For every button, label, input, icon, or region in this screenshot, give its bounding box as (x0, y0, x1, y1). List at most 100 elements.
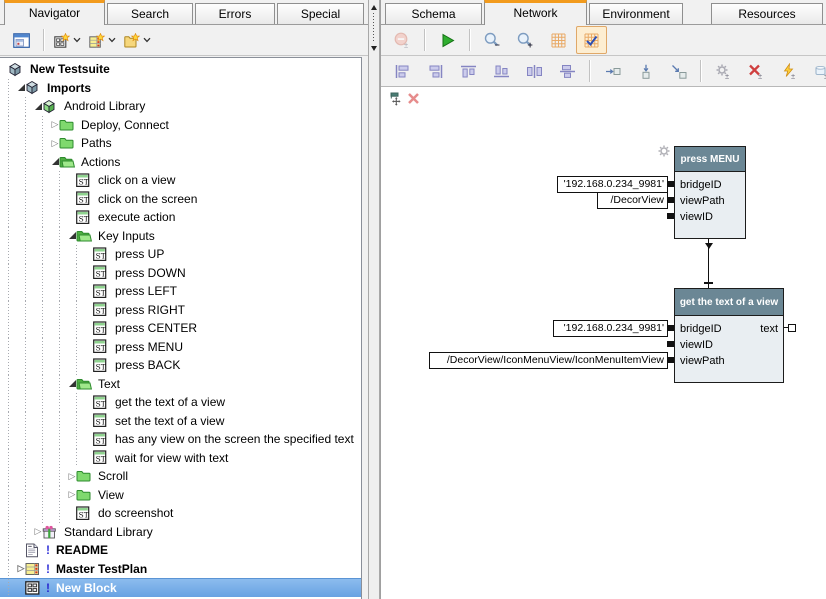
settings-toggle-button[interactable]: ± (708, 57, 739, 85)
tree-item-readme[interactable]: !README (0, 541, 361, 560)
dropdown-chevron-icon[interactable] (143, 37, 151, 43)
align-left-button[interactable] (387, 57, 418, 85)
tree-item-press-back[interactable]: STpress BACK (0, 356, 361, 375)
tab-errors[interactable]: Errors (195, 3, 275, 24)
trigger-toggle-button[interactable]: ± (774, 57, 805, 85)
input-pin-icon[interactable] (667, 197, 674, 203)
tab-network[interactable]: Network (484, 0, 587, 25)
input-value-box[interactable]: '192.168.0.234_9981' (553, 320, 668, 337)
tree-item-execute-action[interactable]: STexecute action (0, 208, 361, 227)
new-folder-button[interactable] (121, 26, 154, 54)
buffer-toggle-button[interactable]: ± (807, 57, 826, 85)
dropdown-chevron-icon[interactable] (108, 37, 116, 43)
tree-item-key-inputs[interactable]: Key Inputs (0, 227, 361, 246)
tree-expander-open-icon[interactable] (34, 103, 42, 110)
input-value-box[interactable]: /DecorView/IconMenuView/IconMenuItemView (429, 352, 668, 369)
svg-text:ST: ST (96, 270, 106, 279)
new-folder-icon (124, 33, 140, 48)
tree-item-get-the-text-of-a-view[interactable]: STget the text of a view (0, 393, 361, 412)
center-horizontal-button[interactable] (519, 57, 550, 85)
network-panel: SchemaNetworkEnvironmentResources ±−+ ±±… (380, 0, 826, 599)
grid-snap-button[interactable] (576, 26, 607, 54)
tree-item-actions[interactable]: Actions (0, 153, 361, 172)
delete-toggle-button[interactable]: ± (741, 57, 772, 85)
tree-item-press-up[interactable]: STpress UP (0, 245, 361, 264)
tab-schema[interactable]: Schema (385, 3, 482, 24)
tree-item-new-testsuite[interactable]: New Testsuite (0, 60, 361, 79)
tab-environment[interactable]: Environment (589, 3, 683, 24)
tree-item-wait-for-view-with-text[interactable]: STwait for view with text (0, 449, 361, 468)
move-right-button[interactable] (597, 57, 628, 85)
grid-button[interactable] (543, 26, 574, 54)
tree-item-press-right[interactable]: STpress RIGHT (0, 301, 361, 320)
input-pin-icon[interactable] (667, 181, 674, 187)
input-value-box[interactable]: /DecorView (597, 192, 668, 209)
tree-item-press-left[interactable]: STpress LEFT (0, 282, 361, 301)
tree-item-has-any-view-on-the-screen-the-specified-text[interactable]: SThas any view on the screen the specifi… (0, 430, 361, 449)
zoom-out-button[interactable]: − (477, 26, 508, 54)
diagram-block-press-menu[interactable]: press MENUbridgeIDviewPathviewID (674, 146, 746, 239)
input-pin-icon[interactable] (667, 357, 674, 363)
center-vertical-button[interactable] (552, 57, 583, 85)
dropdown-chevron-icon[interactable] (73, 37, 81, 43)
tree-expander-closed-icon[interactable]: ▷ (68, 489, 76, 500)
tree-expander-open-icon[interactable] (68, 232, 76, 239)
tree-item-new-block[interactable]: !New Block (0, 578, 361, 597)
testsuite-tree[interactable]: New TestsuiteImportsAndroid Library▷Depl… (0, 57, 362, 599)
input-pin-icon[interactable] (667, 213, 674, 219)
tree-item-imports[interactable]: Imports (0, 79, 361, 98)
zoom-in-button[interactable]: + (510, 26, 541, 54)
tree-item-scroll[interactable]: ▷Scroll (0, 467, 361, 486)
tree-expander-closed-icon[interactable]: ▷ (51, 138, 59, 149)
diagram-block-get-the-text-of-a-view[interactable]: get the text of a viewbridgeIDtextviewID… (674, 288, 784, 383)
tree-item-standard-library[interactable]: ▷Standard Library (0, 523, 361, 542)
tree-item-click-on-a-view[interactable]: STclick on a view (0, 171, 361, 190)
delete-selection-button[interactable] (407, 92, 420, 109)
panel-splitter[interactable] (368, 0, 380, 599)
tab-navigator[interactable]: Navigator (4, 0, 105, 25)
align-bottom-button[interactable] (486, 57, 517, 85)
input-pin-icon[interactable] (667, 341, 674, 347)
output-pin-icon[interactable] (788, 324, 796, 332)
tree-expander-closed-icon[interactable]: ▷ (34, 526, 42, 537)
tree-item-press-down[interactable]: STpress DOWN (0, 264, 361, 283)
tree-item-set-the-text-of-a-view[interactable]: STset the text of a view (0, 412, 361, 431)
tree-item-do-screenshot[interactable]: STdo screenshot (0, 504, 361, 523)
splitter-collapse-left-icon[interactable] (371, 5, 377, 10)
move-down-button[interactable] (630, 57, 661, 85)
tree-guide-line (0, 393, 17, 412)
run-button[interactable] (432, 26, 463, 54)
tree-item-press-menu[interactable]: STpress MENU (0, 338, 361, 357)
browser-window-button[interactable] (6, 26, 37, 54)
align-right-button[interactable] (420, 57, 451, 85)
input-pin-icon[interactable] (667, 325, 674, 331)
tree-expander-closed-icon[interactable]: ▷ (51, 119, 59, 130)
splitter-collapse-right-icon[interactable] (371, 46, 377, 51)
select-tool-button[interactable] (390, 92, 403, 109)
tree-item-android-library[interactable]: Android Library (0, 97, 361, 116)
tree-expander-open-icon[interactable] (17, 84, 25, 91)
tree-expander-closed-icon[interactable]: ▷ (17, 563, 25, 574)
tree-expander-open-icon[interactable] (68, 380, 76, 387)
input-value-box[interactable]: '192.168.0.234_9981' (557, 176, 668, 193)
block-gear-icon[interactable] (657, 144, 671, 161)
tree-item-click-on-the-screen[interactable]: STclick on the screen (0, 190, 361, 209)
new-testplan-button[interactable] (86, 26, 119, 54)
align-top-button[interactable] (453, 57, 484, 85)
splitter-grip[interactable] (373, 13, 374, 43)
tree-expander-closed-icon[interactable]: ▷ (68, 471, 76, 482)
tree-item-deploy-connect[interactable]: ▷Deploy, Connect (0, 116, 361, 135)
tab-resources[interactable]: Resources (711, 3, 823, 24)
folder-open-icon (76, 378, 97, 390)
remove-all-button[interactable]: ± (387, 26, 418, 54)
tree-item-view[interactable]: ▷View (0, 486, 361, 505)
tree-item-press-center[interactable]: STpress CENTER (0, 319, 361, 338)
tab-special[interactable]: Special (277, 3, 364, 24)
tree-expander-open-icon[interactable] (51, 158, 59, 165)
tree-item-paths[interactable]: ▷Paths (0, 134, 361, 153)
tree-item-master-testplan[interactable]: ▷!Master TestPlan (0, 560, 361, 579)
new-block-button[interactable] (51, 26, 84, 54)
move-diagonal-button[interactable] (663, 57, 694, 85)
tree-item-text[interactable]: Text (0, 375, 361, 394)
tab-search[interactable]: Search (107, 3, 193, 24)
